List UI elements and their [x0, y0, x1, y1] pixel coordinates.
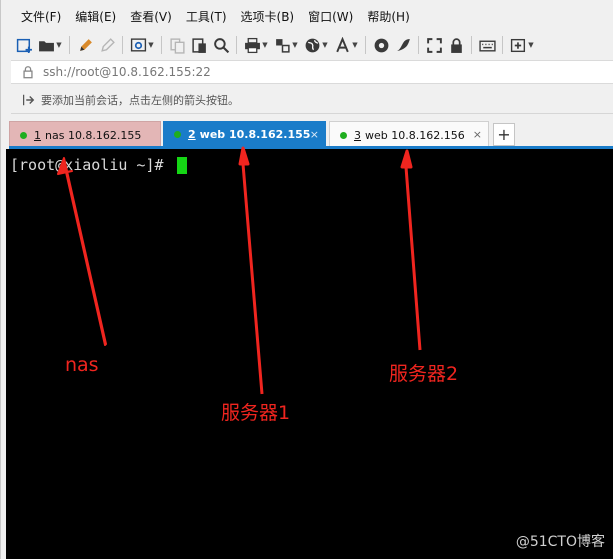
hint-text: 要添加当前会话，点击左侧的箭头按钮。 [41, 94, 239, 107]
watermark: @51CTO博客 [515, 534, 605, 550]
chevron-down-icon: ▼ [56, 41, 62, 49]
keyboard-icon [478, 40, 496, 52]
menu-window[interactable]: 窗口(W) [301, 6, 360, 28]
copy-button[interactable] [166, 34, 188, 56]
script-button[interactable] [392, 34, 414, 56]
terminal-cursor [176, 156, 187, 174]
properties-button[interactable] [74, 34, 96, 56]
menu-tabs[interactable]: 选项卡(B) [234, 6, 302, 28]
menu-edit[interactable]: 编辑(E) [68, 6, 123, 28]
chevron-down-icon: ▼ [352, 41, 358, 49]
session-hint-bar: 要添加当前会话，点击左侧的箭头按钮。 [11, 87, 613, 114]
tab-strip: 1 nas 10.8.162.155 2 web 10.8.162.155 × … [1, 119, 613, 148]
menu-file[interactable]: 文件(F) [9, 6, 68, 28]
toolbar: ▼ ▼ ▼ ▼ ▼ ▼ ▼ [13, 33, 537, 57]
transfer-button[interactable]: ▼ [271, 34, 301, 56]
terminal-line: [root@xiaoliu ~]# [10, 156, 187, 174]
menu-bar: 文件(F) 编辑(E) 查看(V) 工具(T) 选项卡(B) 窗口(W) 帮助(… [9, 6, 417, 28]
chevron-down-icon: ▼ [292, 41, 298, 49]
shell-prompt: [root@xiaoliu ~]# [10, 156, 173, 174]
keyboard-button[interactable] [476, 34, 498, 56]
xshell-window: 文件(F) 编辑(E) 查看(V) 工具(T) 选项卡(B) 窗口(W) 帮助(… [0, 0, 613, 559]
open-folder-icon [39, 40, 55, 51]
add-tab-button[interactable]: + [493, 123, 515, 146]
tab-number: 3 [354, 128, 361, 142]
annotation-server2: 服务器2 [389, 363, 459, 385]
toolbar-separator [161, 36, 162, 54]
tab-label: web 10.8.162.156 [365, 128, 465, 142]
open-button[interactable]: ▼ [35, 34, 65, 56]
globe-button[interactable]: ▼ [301, 34, 331, 56]
tab-number: 2 [188, 128, 196, 141]
status-dot-icon [340, 131, 347, 139]
eraser-button[interactable] [96, 34, 118, 56]
tab-nas[interactable]: 1 nas 10.8.162.155 [9, 121, 161, 148]
fullscreen-icon [426, 37, 442, 53]
eraser-icon [100, 37, 115, 52]
lock-icon [23, 66, 33, 79]
new-session-icon [16, 38, 32, 53]
menu-view[interactable]: 查看(V) [123, 6, 179, 28]
font-button[interactable]: ▼ [331, 34, 361, 56]
toolbar-separator [418, 36, 419, 54]
font-icon [336, 36, 349, 52]
paste-button[interactable] [188, 34, 210, 56]
tab-web-1[interactable]: 2 web 10.8.162.155 × [163, 121, 326, 148]
toolbar-separator [471, 36, 472, 54]
globe-icon [305, 38, 320, 52]
toolbar-separator [69, 36, 70, 54]
status-dot-icon [20, 131, 27, 139]
paste-icon [191, 37, 206, 53]
lock-icon [450, 37, 462, 53]
chevron-down-icon: ▼ [148, 41, 154, 49]
transfer-icon [276, 38, 290, 53]
tab-label: web 10.8.162.155 [199, 128, 311, 141]
tab-web-2[interactable]: 3 web 10.8.162.156 × [329, 121, 489, 148]
lock-button[interactable] [445, 34, 467, 56]
close-icon[interactable]: × [310, 128, 319, 141]
chevron-down-icon: ▼ [322, 41, 328, 49]
record-button[interactable] [370, 34, 392, 56]
tab-number: 1 [34, 128, 41, 142]
toolbar-separator [502, 36, 503, 54]
status-dot-icon [174, 131, 181, 138]
fullscreen-button[interactable] [423, 34, 445, 56]
print-icon [245, 37, 261, 53]
print-button[interactable]: ▼ [241, 34, 271, 56]
search-icon [213, 37, 229, 53]
find-button[interactable] [210, 34, 232, 56]
new-tab-toolbar-button[interactable]: ▼ [507, 34, 537, 56]
annotation-server1: 服务器1 [221, 402, 291, 424]
address-text: ssh://root@10.8.162.155:22 [43, 65, 211, 79]
menu-tools[interactable]: 工具(T) [179, 6, 234, 28]
toolbar-separator [365, 36, 366, 54]
annotation-nas: nas [65, 354, 99, 376]
toolbar-separator [236, 36, 237, 54]
close-icon[interactable]: × [473, 128, 482, 141]
pencil-icon [79, 38, 92, 51]
gear-icon [131, 37, 147, 52]
new-tab-icon [511, 38, 526, 52]
chevron-down-icon: ▼ [262, 41, 268, 49]
chevron-down-icon: ▼ [528, 41, 534, 49]
settings-button[interactable]: ▼ [127, 34, 157, 56]
record-icon [374, 38, 388, 52]
toolbar-separator [122, 36, 123, 54]
copy-icon [169, 37, 185, 54]
address-bar[interactable]: ssh://root@10.8.162.155:22 [11, 60, 613, 84]
tab-label: nas 10.8.162.155 [45, 128, 142, 142]
script-icon [396, 38, 410, 51]
menu-help[interactable]: 帮助(H) [360, 6, 416, 28]
arrow-icon[interactable] [21, 93, 35, 107]
new-session-button[interactable] [13, 34, 35, 56]
